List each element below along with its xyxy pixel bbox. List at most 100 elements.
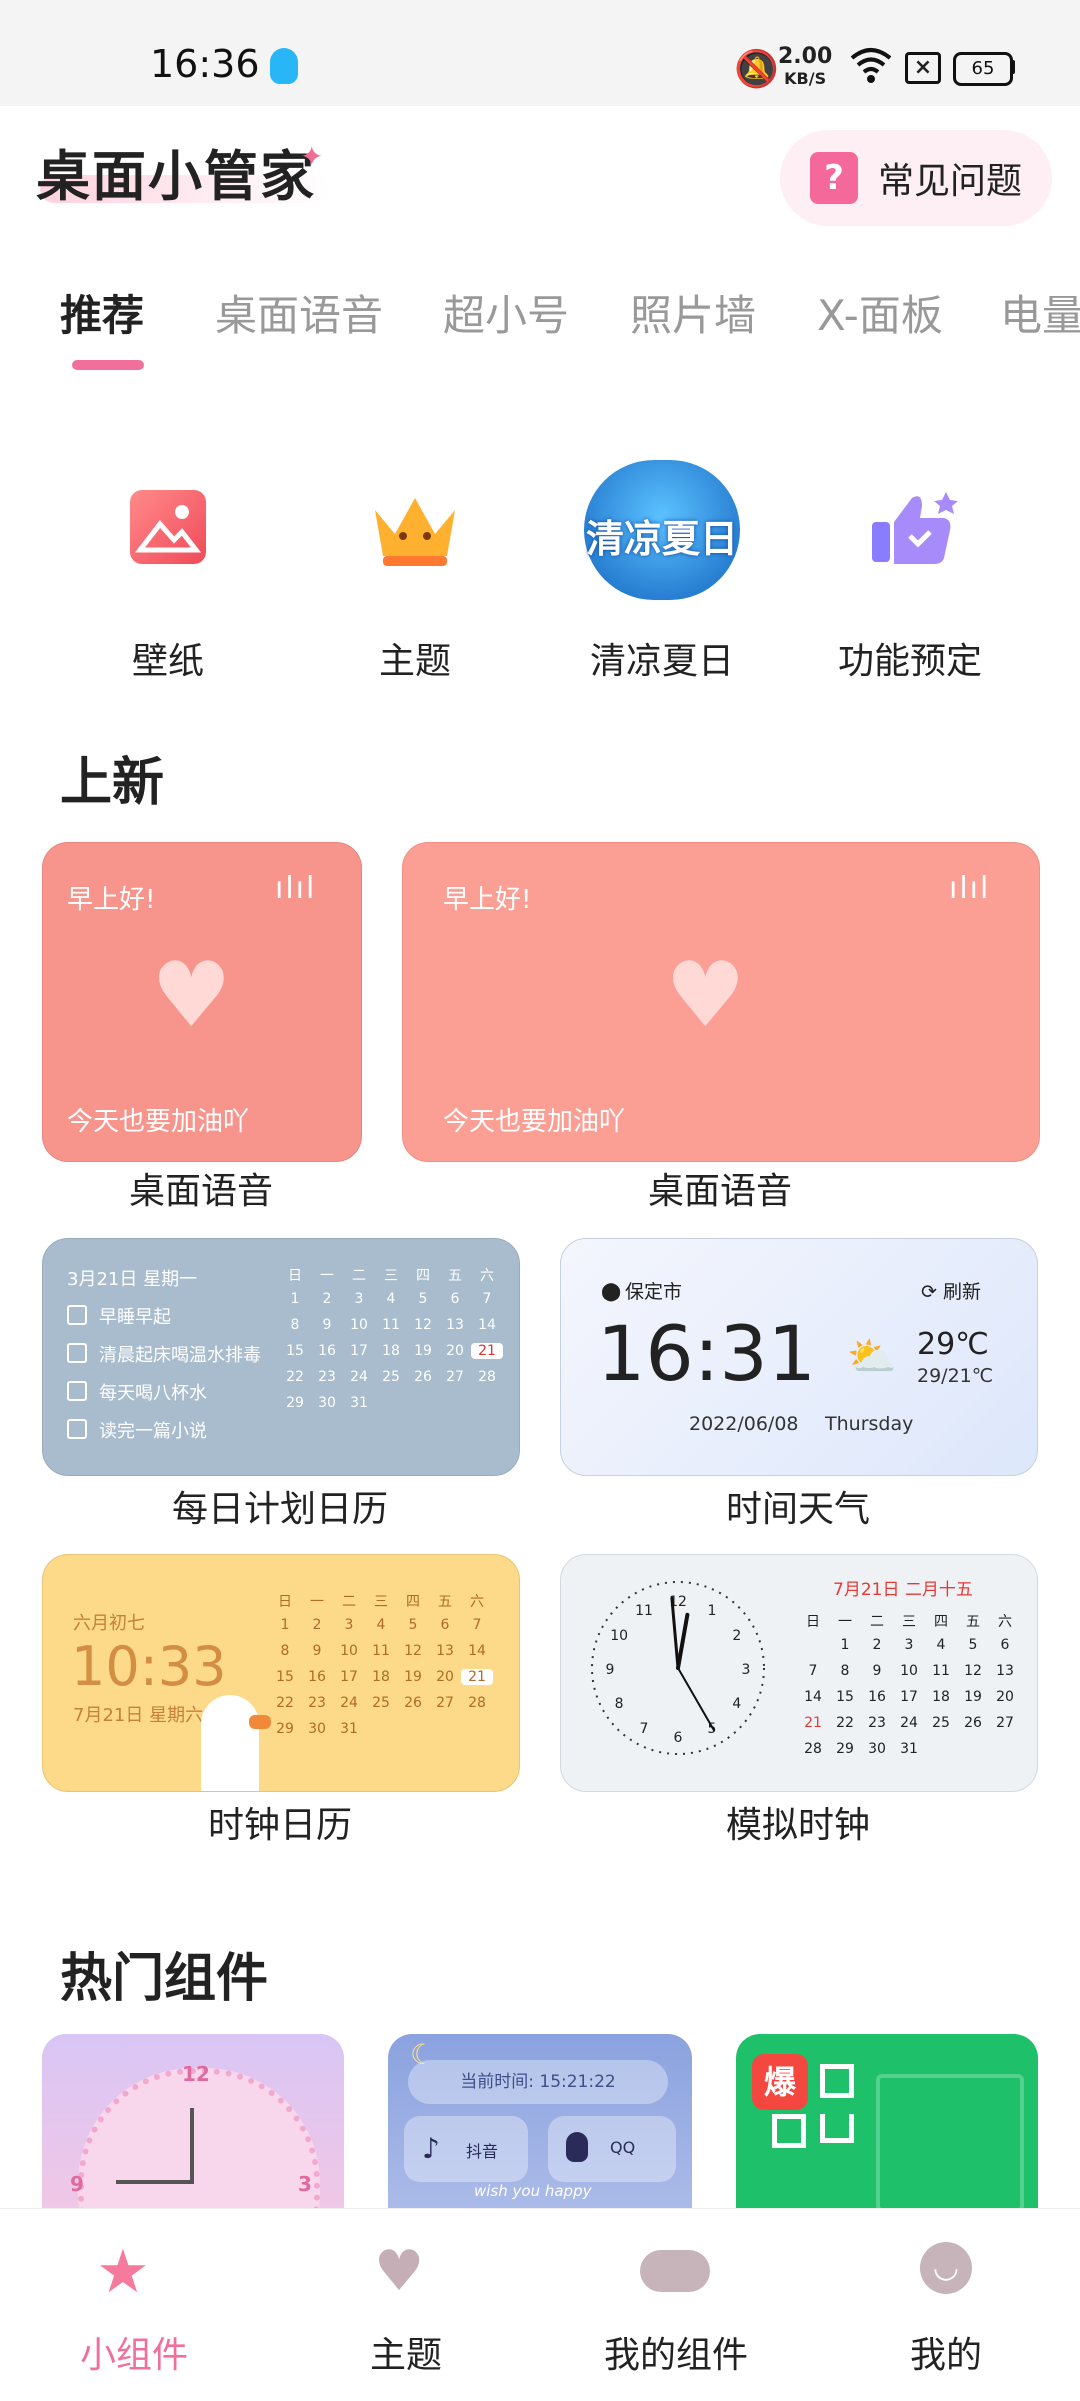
weekday-label: 三 bbox=[902, 1614, 916, 1630]
tab-photo-wall[interactable]: 照片墙 bbox=[630, 282, 756, 343]
calendar-day: 15 bbox=[276, 1669, 294, 1685]
sound-wave-icon: ılıl bbox=[949, 871, 991, 906]
calendar-day: 11 bbox=[372, 1643, 390, 1659]
wifi-icon bbox=[850, 46, 892, 88]
star-icon: ★ bbox=[96, 2237, 150, 2307]
sparkle-icon: ✦ bbox=[300, 140, 324, 173]
smile-face-icon: ◡ bbox=[920, 2242, 972, 2294]
clock-number: 11 bbox=[635, 1603, 653, 1619]
hot-widget-qr[interactable]: 爆 bbox=[736, 2034, 1038, 2224]
image-icon bbox=[130, 490, 206, 564]
calendar-day: 21 bbox=[471, 1343, 503, 1359]
quick-entry-summer[interactable]: 清凉夏日 清凉夏日 bbox=[562, 460, 762, 690]
weekday-label: 日 bbox=[806, 1614, 820, 1630]
calendar-day: 5 bbox=[408, 1617, 418, 1633]
calendar-day: 22 bbox=[286, 1369, 304, 1385]
heart-icon: ♥ bbox=[374, 2239, 425, 2304]
checkbox bbox=[67, 1381, 87, 1401]
calendar-day: 16 bbox=[308, 1669, 326, 1685]
status-time: 16:36 bbox=[150, 42, 260, 86]
tab-x-panel[interactable]: X-面板 bbox=[817, 282, 943, 343]
calendar-day: 15 bbox=[286, 1343, 304, 1359]
sim-off-icon: × bbox=[905, 52, 941, 84]
weekday-label: 五 bbox=[438, 1594, 452, 1610]
calendar-day: 9 bbox=[312, 1643, 322, 1659]
analog-clock-face: 121234567891011 bbox=[591, 1581, 765, 1755]
clock-number: 6 bbox=[674, 1730, 683, 1746]
tab-mini-size[interactable]: 超小号 bbox=[443, 282, 569, 343]
tab-desktop-voice[interactable]: 桌面语音 bbox=[215, 282, 383, 343]
calendar-day: 7 bbox=[482, 1291, 492, 1307]
weekday-label: 一 bbox=[838, 1614, 852, 1630]
hot-widget-clock[interactable]: 12 3 9 bbox=[42, 2034, 344, 2224]
summer-badge-text: 清凉夏日 bbox=[585, 517, 738, 561]
calendar-day: 14 bbox=[478, 1317, 496, 1333]
calendar-day: 4 bbox=[936, 1637, 946, 1653]
time-weather-widget[interactable]: ⬤ 保定市 ⟳ 刷新 16:31 ⛅ 29℃ 29/21℃ 2022/06/08… bbox=[560, 1238, 1038, 1476]
voice-widget-medium[interactable]: 早上好! ılıl ♥ 今天也要加油吖 bbox=[402, 842, 1040, 1162]
greeting-text: 早上好! bbox=[443, 885, 532, 915]
weekday-label: 二 bbox=[342, 1594, 356, 1610]
heart-icon: ♥ bbox=[151, 943, 232, 1048]
clock-calendar-widget[interactable]: 六月初七 10:33 7月21日 星期六 日一二三四五六 1 2 3 4 5 6 7 8 9 10 1… bbox=[42, 1554, 520, 1792]
quick-entry-label: 主题 bbox=[378, 641, 451, 682]
hot-badge: 爆 bbox=[752, 2054, 808, 2110]
douyin-shortcut[interactable]: ♪ 抖音 bbox=[404, 2116, 528, 2182]
clock-time: 10:33 bbox=[71, 1635, 227, 1698]
calendar-day: 9 bbox=[322, 1317, 332, 1333]
calendar-day: 26 bbox=[964, 1715, 982, 1731]
nav-item-profile[interactable]: ◡ 我的 bbox=[836, 2240, 1056, 2390]
calendar-day: 5 bbox=[418, 1291, 428, 1307]
calendar-day: 25 bbox=[382, 1369, 400, 1385]
widget-caption: 时间天气 bbox=[725, 1489, 870, 1530]
cute-clock-face bbox=[78, 2068, 320, 2224]
calendar-day: 3 bbox=[344, 1617, 354, 1633]
calendar-day: 30 bbox=[308, 1721, 326, 1737]
battery-indicator: 65 bbox=[953, 52, 1013, 86]
quick-entry-theme[interactable]: 主题 bbox=[315, 460, 515, 690]
widget-caption: 桌面语音 bbox=[128, 1171, 273, 1212]
qq-shortcut[interactable]: QQ bbox=[548, 2116, 676, 2182]
calendar-day: 7 bbox=[808, 1663, 818, 1679]
battery-tip bbox=[1010, 60, 1015, 74]
calendar-day: 30 bbox=[318, 1395, 336, 1411]
plan-calendar-widget[interactable]: 3月21日 星期一 早睡早起 清晨起床喝温水排毒 每天喝八杯水 读完一篇小说 日… bbox=[42, 1238, 520, 1476]
weather-date: 2022/06/08 bbox=[689, 1413, 799, 1435]
app-title: 桌面小管家 bbox=[36, 145, 316, 208]
quick-entry-wallpaper[interactable]: 壁纸 bbox=[68, 460, 268, 690]
calendar-day: 24 bbox=[350, 1369, 368, 1385]
calendar-day: 18 bbox=[932, 1689, 950, 1705]
calendar-day: 20 bbox=[446, 1343, 464, 1359]
refresh-button[interactable]: ⟳ 刷新 bbox=[921, 1277, 981, 1304]
analog-clock-widget[interactable]: 12 1 2 3 4 5 6 7 8 9 10 11 7月21日 二月十五 日一二三四五六123456… bbox=[560, 1554, 1038, 1792]
quick-entry-feature-request[interactable]: 功能预定 bbox=[810, 460, 1010, 690]
city-name: 保定市 bbox=[625, 1281, 683, 1303]
calendar-day: 26 bbox=[404, 1695, 422, 1711]
weekday-label: 二 bbox=[352, 1268, 366, 1284]
qr-corner bbox=[820, 2064, 854, 2098]
quick-entry-label: 清凉夏日 bbox=[589, 641, 734, 682]
calendar-day: 2 bbox=[872, 1637, 882, 1653]
calendar-day: 24 bbox=[900, 1715, 918, 1731]
nav-item-widgets[interactable]: ★ 小组件 bbox=[24, 2240, 244, 2390]
clock-number: 4 bbox=[732, 1696, 741, 1712]
tab-recommend[interactable]: 推荐 bbox=[60, 282, 144, 343]
tab-battery[interactable]: 电量 bbox=[1000, 282, 1080, 343]
calendar-day: 14 bbox=[468, 1643, 486, 1659]
voice-widget-small[interactable]: 早上好! ılıl ♥ 今天也要加油吖 bbox=[42, 842, 362, 1162]
plan-task: 清晨起床喝温水排毒 bbox=[99, 1345, 261, 1366]
weekday-label: 日 bbox=[288, 1268, 302, 1284]
nav-label: 我的组件 bbox=[603, 2335, 748, 2376]
qr-corner bbox=[772, 2114, 806, 2148]
nav-item-my-widgets[interactable]: 我的组件 bbox=[566, 2240, 786, 2390]
calendar-day: 3 bbox=[354, 1291, 364, 1307]
nav-item-theme[interactable]: ♥ 主题 bbox=[296, 2240, 516, 2390]
calendar-day: 28 bbox=[804, 1741, 822, 1757]
hot-widget-shortcuts[interactable]: ☾ 当前时间: 15:21:22 ♪ 抖音 QQ wish you happy bbox=[388, 2034, 692, 2224]
calendar-day: 6 bbox=[440, 1617, 450, 1633]
calendar-day: 28 bbox=[468, 1695, 486, 1711]
calendar-day: 13 bbox=[436, 1643, 454, 1659]
calendar-day: 18 bbox=[372, 1669, 390, 1685]
current-temp: 29℃ bbox=[917, 1327, 989, 1362]
clock-number: 2 bbox=[732, 1628, 741, 1644]
